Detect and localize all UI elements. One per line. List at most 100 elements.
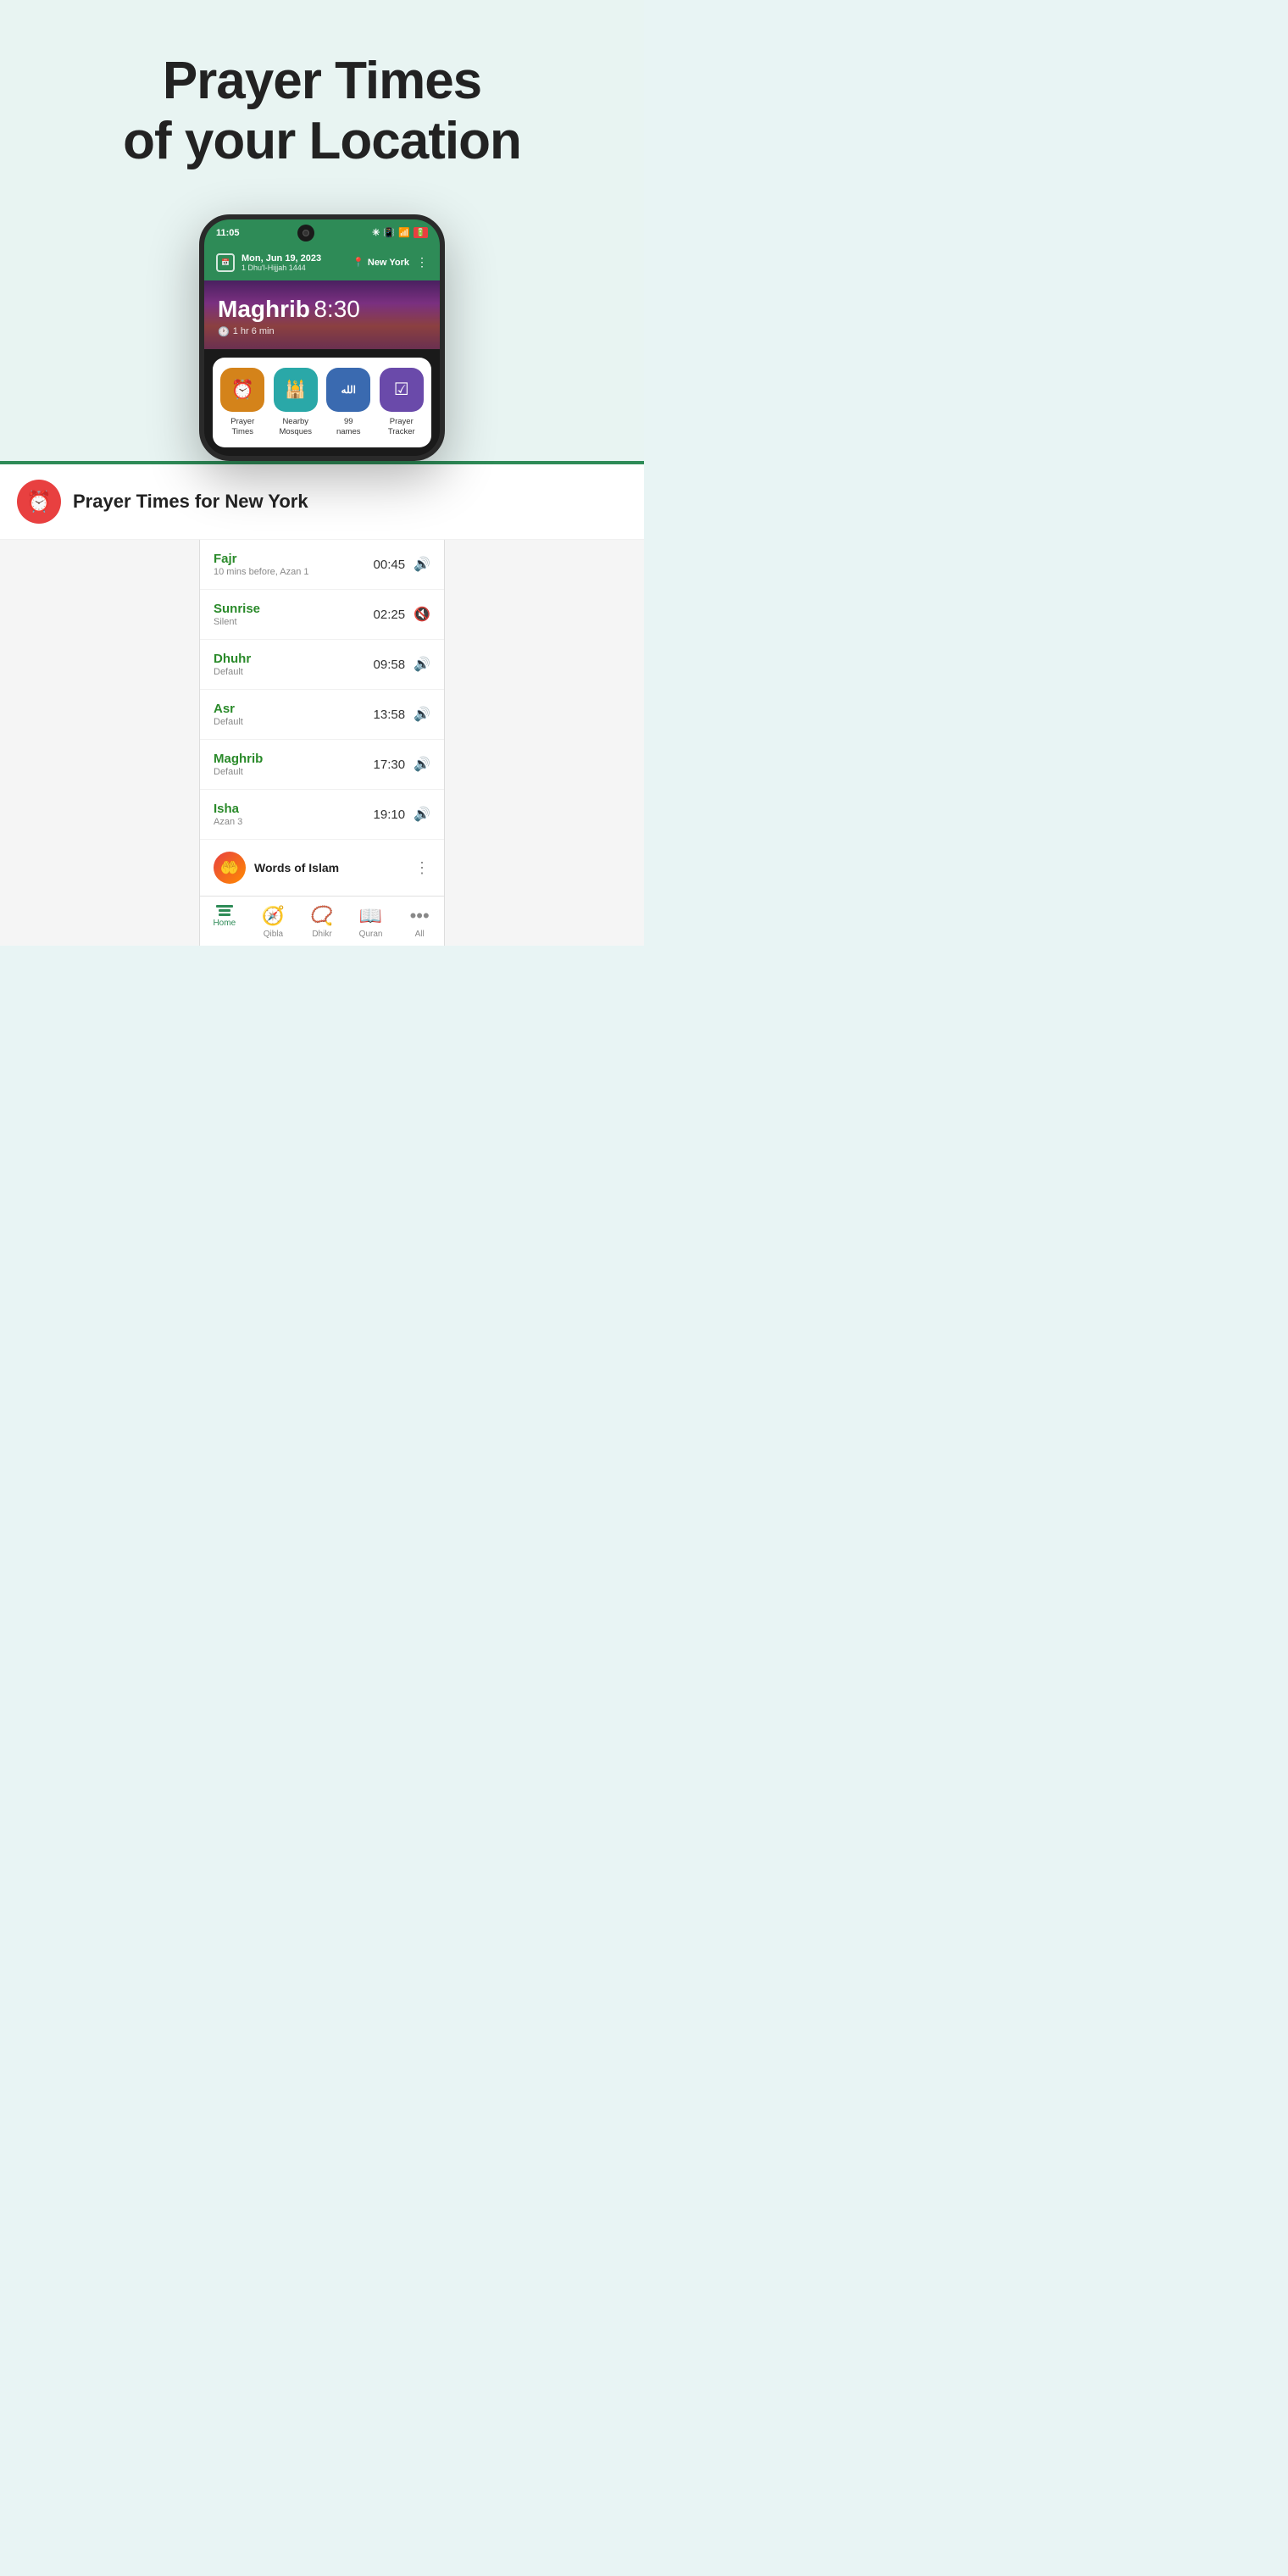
location-pin-icon: 📍	[353, 257, 364, 268]
prayer-fajr-name: Fajr	[214, 552, 309, 566]
home-line-3	[219, 913, 230, 916]
prayer-sunrise-sound-icon[interactable]: 🔇	[414, 606, 430, 623]
location-row[interactable]: 📍 New York ⋮	[353, 255, 428, 269]
prayer-sunrise-time: 02:25	[374, 608, 406, 622]
prayer-list-phone: Fajr 10 mins before, Azan 1 00:45 🔊 Sunr…	[199, 540, 445, 946]
alarm-icon: ⏰	[17, 480, 61, 524]
prayer-asr-info: Asr Default	[214, 702, 243, 727]
prayer-row-asr[interactable]: Asr Default 13:58 🔊	[200, 690, 444, 740]
bluetooth-icon: ✳	[372, 227, 380, 238]
nav-all-label: All	[415, 930, 425, 939]
phone-hijri: 1 Dhu'l-Hijjah 1444	[242, 264, 321, 272]
words-more-icon[interactable]: ⋮	[414, 859, 430, 877]
prayer-maghrib-time: 17:30	[374, 758, 406, 772]
prayer-row-maghrib[interactable]: Maghrib Default 17:30 🔊	[200, 740, 444, 790]
quick-actions-grid: ⏰ PrayerTimes 🕌 NearbyMosques الله 99nam…	[213, 358, 431, 448]
words-of-islam-row[interactable]: 🤲 Words of Islam ⋮	[200, 840, 444, 896]
prayer-isha-time: 19:10	[374, 808, 406, 822]
more-icon[interactable]: ⋮	[416, 255, 428, 269]
phone-mockup: 11:05 ✳ 📳 📶 🔋 📅 Mon, Jun 19, 2023 1 Dhu'…	[199, 214, 445, 462]
prayer-isha-right: 19:10 🔊	[374, 806, 430, 823]
prayer-countdown: 🕐 1 hr 6 min	[218, 326, 426, 337]
hero-title: Prayer Times of your Location	[34, 51, 610, 172]
words-icon: 🤲	[214, 852, 246, 884]
home-icon	[216, 905, 233, 916]
prayer-isha-sub: Azan 3	[214, 817, 242, 827]
phone-date: Mon, Jun 19, 2023	[242, 253, 321, 264]
prayer-times-icon: ⏰	[220, 368, 264, 412]
vibrate-icon: 📳	[383, 227, 395, 238]
bottom-navigation: Home 🧭 Qibla 📿 Dhikr 📖 Quran ••• All	[200, 896, 444, 946]
action-99-names-label: 99names	[336, 417, 361, 438]
nav-all[interactable]: ••• All	[395, 905, 444, 939]
action-nearby-mosques[interactable]: 🕌 NearbyMosques	[273, 368, 319, 438]
prayer-times-title: Prayer Times for New York	[73, 491, 308, 513]
nav-home[interactable]: Home	[200, 905, 249, 939]
prayer-tracker-icon: ☑	[380, 368, 424, 412]
nav-home-label: Home	[213, 919, 236, 928]
nav-dhikr[interactable]: 📿 Dhikr	[297, 905, 347, 939]
action-prayer-tracker[interactable]: ☑ PrayerTracker	[379, 368, 425, 438]
prayer-dhuhr-sound-icon[interactable]: 🔊	[414, 656, 430, 673]
prayer-fajr-time: 00:45	[374, 558, 406, 572]
prayer-list-container: Fajr 10 mins before, Azan 1 00:45 🔊 Sunr…	[0, 540, 644, 946]
phone-status-bar: 11:05 ✳ 📳 📶 🔋	[204, 219, 440, 247]
words-title: Words of Islam	[254, 861, 339, 874]
home-line-1	[216, 905, 233, 908]
prayer-dhuhr-name: Dhuhr	[214, 652, 251, 666]
action-99-names[interactable]: الله 99names	[325, 368, 372, 438]
prayer-dhuhr-right: 09:58 🔊	[374, 656, 430, 673]
nav-dhikr-label: Dhikr	[312, 930, 331, 939]
prayer-times-header: ⏰ Prayer Times for New York	[0, 464, 644, 540]
prayer-asr-sub: Default	[214, 717, 243, 727]
all-icon: •••	[410, 905, 430, 927]
camera-notch	[297, 225, 314, 242]
prayer-maghrib-info: Maghrib Default	[214, 752, 263, 777]
nav-quran-label: Quran	[359, 930, 383, 939]
prayer-isha-name: Isha	[214, 802, 242, 816]
prayer-sunrise-info: Sunrise Silent	[214, 602, 260, 627]
prayer-display: Maghrib 8:30 🕐 1 hr 6 min	[204, 280, 440, 349]
prayer-dhuhr-sub: Default	[214, 667, 251, 677]
date-row: 📅 Mon, Jun 19, 2023 1 Dhu'l-Hijjah 1444 …	[216, 253, 428, 272]
prayer-asr-sound-icon[interactable]: 🔊	[414, 706, 430, 723]
action-prayer-times[interactable]: ⏰ PrayerTimes	[219, 368, 266, 438]
status-time: 11:05	[216, 228, 240, 238]
camera-dot	[303, 230, 309, 236]
prayer-isha-sound-icon[interactable]: 🔊	[414, 806, 430, 823]
prayer-fajr-sound-icon[interactable]: 🔊	[414, 556, 430, 573]
wifi-icon: 📶	[398, 227, 410, 238]
prayer-asr-name: Asr	[214, 702, 243, 716]
prayer-sunrise-sub: Silent	[214, 617, 260, 627]
clock-icon: 🕐	[218, 326, 230, 337]
prayer-row-fajr[interactable]: Fajr 10 mins before, Azan 1 00:45 🔊	[200, 540, 444, 590]
prayer-dhuhr-time: 09:58	[374, 658, 406, 672]
prayer-fajr-info: Fajr 10 mins before, Azan 1	[214, 552, 309, 577]
qibla-icon: 🧭	[262, 905, 285, 927]
date-left: 📅 Mon, Jun 19, 2023 1 Dhu'l-Hijjah 1444	[216, 253, 321, 272]
nav-quran[interactable]: 📖 Quran	[347, 905, 396, 939]
action-prayer-tracker-label: PrayerTracker	[388, 417, 415, 438]
prayer-row-sunrise[interactable]: Sunrise Silent 02:25 🔇	[200, 590, 444, 640]
nav-qibla[interactable]: 🧭 Qibla	[249, 905, 298, 939]
prayer-dhuhr-info: Dhuhr Default	[214, 652, 251, 677]
prayer-maghrib-name: Maghrib	[214, 752, 263, 766]
prayer-maghrib-sound-icon[interactable]: 🔊	[414, 756, 430, 773]
current-prayer-name: Maghrib	[218, 296, 310, 322]
prayer-sunrise-right: 02:25 🔇	[374, 606, 430, 623]
calendar-icon: 📅	[216, 253, 235, 272]
current-prayer-time: 8:30	[314, 296, 360, 322]
prayer-row-isha[interactable]: Isha Azan 3 19:10 🔊	[200, 790, 444, 840]
prayer-row-dhuhr[interactable]: Dhuhr Default 09:58 🔊	[200, 640, 444, 690]
status-icons: ✳ 📳 📶 🔋	[372, 227, 428, 238]
prayer-isha-info: Isha Azan 3	[214, 802, 242, 827]
quran-icon: 📖	[359, 905, 382, 927]
words-left: 🤲 Words of Islam	[214, 852, 339, 884]
phone-mockup-container: 11:05 ✳ 📳 📶 🔋 📅 Mon, Jun 19, 2023 1 Dhu'…	[0, 197, 644, 462]
nearby-mosques-icon: 🕌	[274, 368, 318, 412]
nav-qibla-label: Qibla	[264, 930, 283, 939]
home-line-2	[219, 909, 230, 912]
hero-section: Prayer Times of your Location	[0, 0, 644, 197]
99-names-icon: الله	[326, 368, 370, 412]
prayer-sunrise-name: Sunrise	[214, 602, 260, 616]
